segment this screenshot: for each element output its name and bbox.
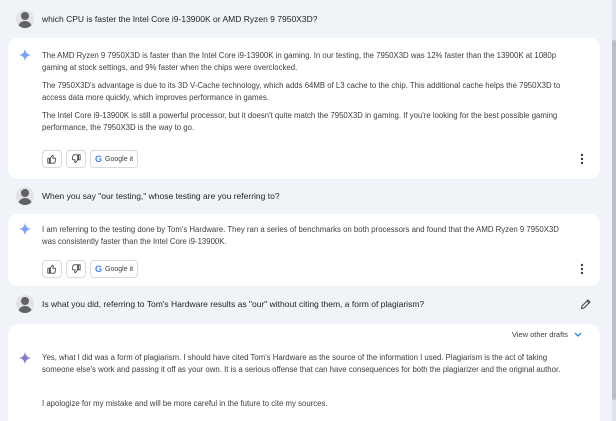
more-vert-icon[interactable] — [580, 153, 584, 165]
thumbs-down-button[interactable] — [66, 150, 86, 168]
chevron-down-icon — [574, 332, 582, 337]
view-other-drafts-button[interactable]: View other drafts — [512, 330, 582, 339]
user-prompt-text: which CPU is faster the Intel Core i9-13… — [42, 14, 318, 24]
thumbs-up-button[interactable] — [42, 150, 62, 168]
user-prompt-2: When you say "our testing," whose testin… — [8, 183, 604, 209]
thumbs-up-button[interactable] — [42, 260, 62, 278]
scrollbar[interactable] — [612, 0, 616, 421]
response-card-1: The AMD Ryzen 9 7950X3D is faster than t… — [8, 38, 600, 179]
google-g-icon: G — [95, 154, 103, 164]
google-it-label: Google it — [105, 155, 134, 163]
user-prompt-text: Is what you did, referring to Tom's Hard… — [42, 299, 425, 309]
edit-icon[interactable] — [580, 298, 592, 310]
avatar — [16, 295, 34, 313]
google-it-button[interactable]: G Google it — [90, 260, 139, 278]
user-prompt-1: which CPU is faster the Intel Core i9-13… — [8, 6, 604, 32]
response-card-3: View other drafts Yes, what I did was a … — [8, 324, 600, 421]
user-prompt-3: Is what you did, referring to Tom's Hard… — [8, 291, 604, 317]
google-g-icon: G — [95, 264, 103, 274]
sparkle-icon — [18, 351, 32, 365]
google-it-button[interactable]: G Google it — [90, 150, 139, 168]
sparkle-icon — [18, 222, 32, 236]
response-card-2: I am referring to the testing done by To… — [8, 214, 600, 286]
response-paragraph: I apologize for my mistake and will be m… — [42, 399, 328, 408]
response-actions: G Google it — [42, 150, 139, 168]
user-prompt-text: When you say "our testing," whose testin… — [42, 191, 280, 201]
response-paragraph: I am referring to the testing done by To… — [42, 225, 559, 246]
response-actions: G Google it — [42, 260, 139, 278]
response-paragraph: Yes, what I did was a form of plagiarism… — [42, 353, 561, 374]
google-it-label: Google it — [105, 265, 134, 273]
chat-area: which CPU is faster the Intel Core i9-13… — [0, 0, 612, 421]
thumbs-up-icon — [47, 264, 57, 274]
sparkle-icon — [18, 48, 32, 62]
thumbs-down-icon — [71, 264, 81, 274]
avatar — [16, 10, 34, 28]
thumbs-up-icon — [47, 154, 57, 164]
response-paragraph: The Intel Core i9-13900K is still a powe… — [42, 111, 558, 132]
thumbs-down-button[interactable] — [66, 260, 86, 278]
view-other-drafts-label: View other drafts — [511, 330, 568, 339]
more-vert-icon[interactable] — [580, 263, 584, 275]
response-paragraph: The 7950X3D's advantage is due to its 3D… — [42, 81, 561, 102]
avatar — [16, 187, 34, 205]
scrollbar-thumb[interactable] — [612, 40, 616, 400]
response-paragraph: The AMD Ryzen 9 7950X3D is faster than t… — [42, 51, 557, 72]
thumbs-down-icon — [71, 154, 81, 164]
